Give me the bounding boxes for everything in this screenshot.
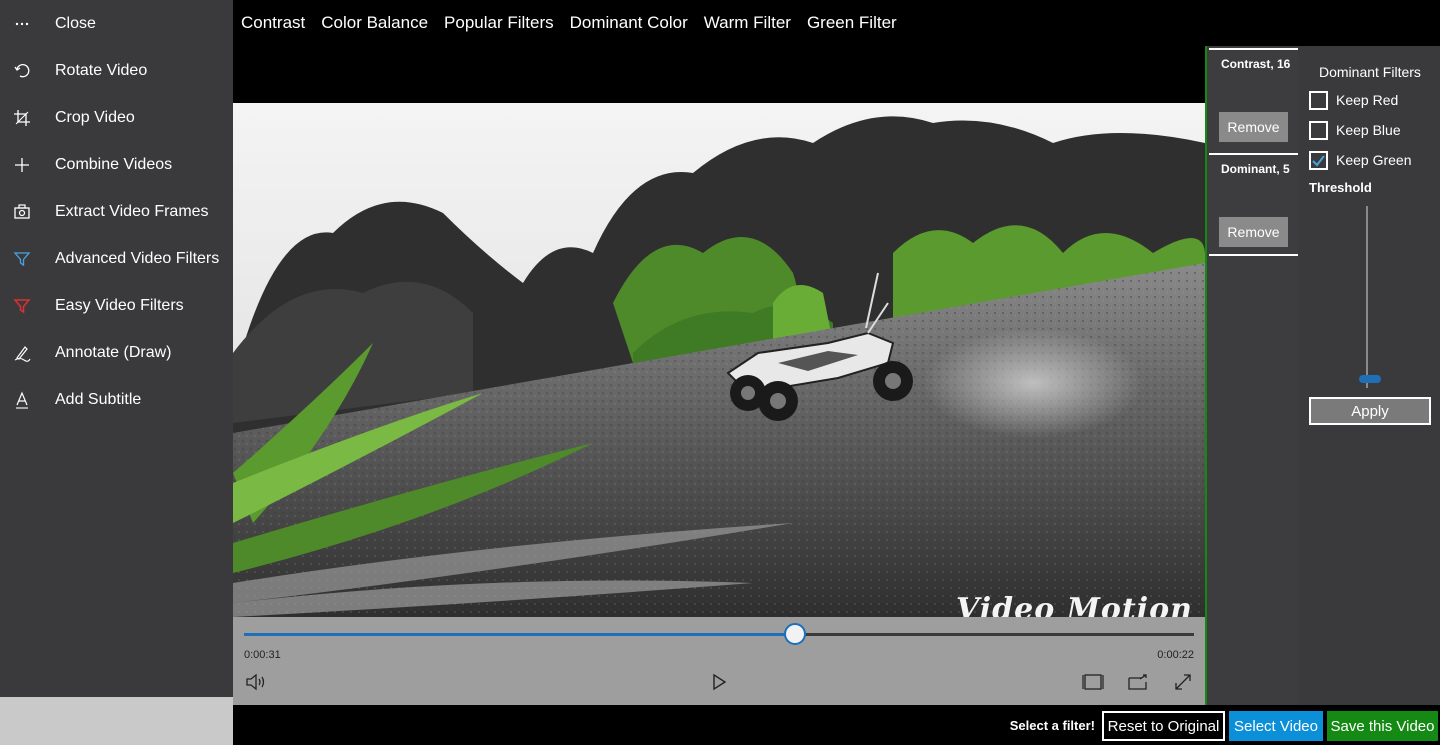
pen-icon	[12, 343, 32, 363]
sidebar-item-annotate-draw[interactable]: Annotate (Draw)	[0, 329, 233, 376]
checkbox-label: Keep Blue	[1336, 122, 1401, 138]
sidebar-item-label: Combine Videos	[55, 155, 173, 173]
keep-red-checkbox[interactable]: Keep Red	[1309, 89, 1398, 111]
keep-blue-checkbox[interactable]: Keep Blue	[1309, 119, 1401, 141]
time-elapsed: 0:00:31	[244, 649, 281, 661]
sidebar-item-advanced-video-filters[interactable]: Advanced Video Filters	[0, 235, 233, 282]
applied-filter-title: Contrast, 16	[1221, 57, 1291, 71]
sidebar-item-label: Close	[55, 14, 96, 32]
sidebar-item-crop-video[interactable]: Crop Video	[0, 94, 233, 141]
keep-green-checkbox[interactable]: Keep Green	[1309, 149, 1412, 171]
aspect-ratio-button[interactable]	[1080, 671, 1106, 697]
sidebar-item-close[interactable]: Close	[0, 0, 233, 47]
applied-filters-list: Contrast, 16 Remove Dominant, 5 Remove	[1205, 46, 1300, 705]
applied-filter-card: Dominant, 5 Remove	[1209, 153, 1300, 258]
status-hint: Select a filter!	[1009, 718, 1095, 733]
checkmark-icon	[1312, 154, 1325, 167]
fullscreen-icon	[1173, 672, 1193, 697]
sidebar-item-label: Crop Video	[55, 108, 135, 126]
more-icon	[12, 14, 32, 34]
applied-filter-card: Contrast, 16 Remove	[1209, 48, 1300, 153]
tab-dominant-color[interactable]: Dominant Color	[562, 13, 696, 33]
play-button[interactable]	[706, 671, 732, 697]
tab-green-filter[interactable]: Green Filter	[799, 13, 905, 33]
bottom-bar: Select a filter! Reset to Original Selec…	[233, 705, 1440, 745]
crop-icon	[12, 108, 32, 128]
sidebar-item-label: Annotate (Draw)	[55, 343, 172, 361]
reset-to-original-button[interactable]: Reset to Original	[1102, 711, 1225, 741]
threshold-label: Threshold	[1309, 180, 1372, 195]
sidebar-item-add-subtitle[interactable]: Add Subtitle	[0, 376, 233, 423]
player-controls: 0:00:31 0:00:22	[233, 617, 1205, 705]
threshold-slider[interactable]	[1366, 206, 1368, 388]
tab-color-balance[interactable]: Color Balance	[313, 13, 436, 33]
dominant-filters-panel: Dominant Filters Keep Red Keep Blue Keep…	[1298, 46, 1440, 705]
cast-button[interactable]	[1125, 671, 1151, 697]
checkbox-label: Keep Green	[1336, 152, 1412, 168]
watermark: Video Motion	[956, 592, 1193, 617]
sidebar-footer	[0, 697, 233, 745]
video-editor-app: Close Rotate Video Crop Video Combine Vi…	[0, 0, 1440, 745]
sidebar-item-combine-videos[interactable]: Combine Videos	[0, 141, 233, 188]
tab-popular-filters[interactable]: Popular Filters	[436, 13, 562, 33]
text-icon	[12, 390, 32, 410]
checkbox-label: Keep Red	[1336, 92, 1399, 108]
filter-tabs: Contrast Color Balance Popular Filters D…	[233, 0, 905, 46]
video-image	[233, 103, 1205, 617]
plus-icon	[12, 155, 32, 175]
sidebar-item-extract-video-frames[interactable]: Extract Video Frames	[0, 188, 233, 235]
sidebar: Close Rotate Video Crop Video Combine Vi…	[0, 0, 233, 745]
seek-bar[interactable]	[244, 623, 1194, 645]
tab-contrast[interactable]: Contrast	[233, 13, 313, 33]
rotate-icon	[12, 61, 32, 81]
seek-bar-progress	[244, 633, 795, 636]
sidebar-item-easy-video-filters[interactable]: Easy Video Filters	[0, 282, 233, 329]
checkbox-box[interactable]	[1309, 90, 1328, 110]
save-video-button[interactable]: Save this Video	[1327, 711, 1438, 741]
select-video-button[interactable]: Select Video	[1229, 711, 1323, 741]
volume-icon	[245, 672, 267, 697]
volume-button[interactable]	[243, 671, 269, 697]
remove-filter-button[interactable]: Remove	[1219, 112, 1288, 142]
apply-button[interactable]: Apply	[1309, 397, 1431, 425]
sidebar-item-label: Rotate Video	[55, 61, 148, 79]
sidebar-item-rotate-video[interactable]: Rotate Video	[0, 47, 233, 94]
time-remaining: 0:00:22	[1157, 649, 1194, 661]
filter-icon	[12, 249, 32, 269]
camera-icon	[12, 202, 32, 222]
remove-filter-button[interactable]: Remove	[1219, 217, 1288, 247]
panel-title: Dominant Filters	[1319, 64, 1421, 80]
play-icon	[710, 673, 728, 696]
seek-thumb[interactable]	[784, 623, 806, 645]
filter-icon-active	[12, 296, 32, 316]
applied-filter-title: Dominant, 5	[1221, 162, 1290, 176]
cast-icon	[1127, 673, 1149, 696]
checkbox-box[interactable]	[1309, 120, 1328, 140]
divider	[1209, 254, 1300, 256]
sidebar-item-label: Advanced Video Filters	[55, 249, 220, 267]
checkbox-box[interactable]	[1309, 150, 1328, 170]
sidebar-item-label: Easy Video Filters	[55, 296, 184, 314]
tab-warm-filter[interactable]: Warm Filter	[696, 13, 799, 33]
sidebar-item-label: Add Subtitle	[55, 390, 142, 408]
fullscreen-button[interactable]	[1170, 671, 1196, 697]
aspect-ratio-icon	[1082, 673, 1104, 696]
threshold-slider-thumb[interactable]	[1359, 374, 1381, 383]
video-frame[interactable]: Video Motion	[233, 103, 1205, 617]
sidebar-item-label: Extract Video Frames	[55, 202, 209, 220]
